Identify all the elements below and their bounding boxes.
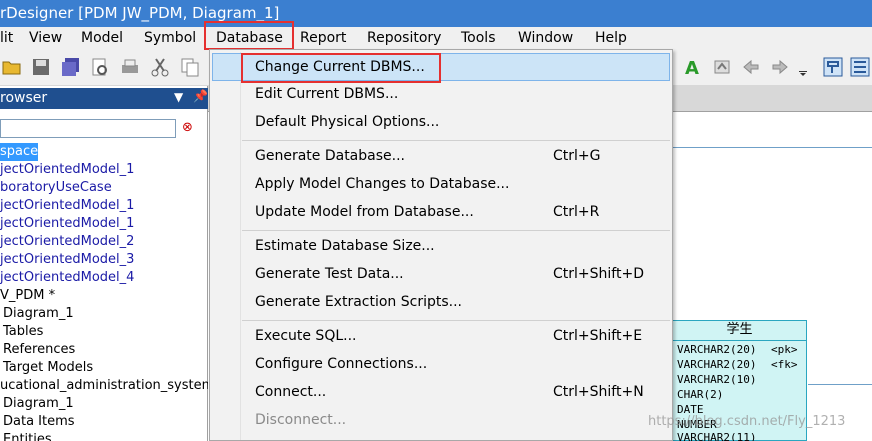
tree-item-model[interactable]: ucational_administration_system * — [0, 377, 225, 395]
menu-edit[interactable]: lit — [0, 30, 13, 46]
menu-item-shortcut: Ctrl+Shift+N — [553, 384, 644, 400]
database-menu-highlight-box — [204, 21, 294, 50]
menu-item-label: Disconnect... — [255, 412, 347, 428]
clear-filter-icon[interactable]: ⊗ — [182, 120, 193, 135]
menu-item-shortcut: Ctrl+G — [553, 148, 601, 164]
tree-item-model[interactable]: jectOrientedModel_4 — [0, 269, 134, 287]
grid-view-icon[interactable] — [850, 57, 870, 77]
save-icon[interactable] — [31, 57, 51, 77]
menu-item-label: Default Physical Options... — [255, 114, 440, 130]
menu-item-disconnect: Disconnect... — [210, 407, 672, 435]
menu-item-label: Generate Database... — [255, 148, 405, 164]
watermark-text: https://blog.csdn.net/Fly_1213 — [648, 414, 846, 429]
entity-column-type: VARCHAR2(10) — [677, 373, 757, 386]
tree-item-tables[interactable]: Tables — [3, 323, 43, 341]
title-bar: rDesigner [PDM JW_PDM, Diagram_1] — [0, 0, 872, 27]
tree-item-entities[interactable]: Entities — [3, 431, 52, 441]
browser-panel: rowser ▼ 📌 ⊗ space jectOrientedModel_1 b… — [0, 86, 225, 441]
tree-item-diagram[interactable]: Diagram_1 — [3, 305, 74, 323]
menu-help[interactable]: Help — [595, 30, 627, 46]
import-icon[interactable] — [712, 57, 732, 77]
tree-item-data-items[interactable]: Data Items — [3, 413, 75, 431]
browser-title: rowser — [0, 90, 48, 106]
menu-item-apply-model-changes[interactable]: Apply Model Changes to Database... — [210, 171, 672, 199]
cut-icon[interactable] — [150, 57, 170, 77]
diagram-connector-line — [808, 384, 872, 385]
menu-item-label: Generate Test Data... — [255, 266, 404, 282]
menu-item-execute-sql[interactable]: Execute SQL... Ctrl+Shift+E — [210, 323, 672, 351]
entity-title: 学生 — [673, 321, 806, 341]
tree-item-references[interactable]: References — [3, 341, 75, 359]
menu-item-label: Update Model from Database... — [255, 204, 474, 220]
menu-item-label: Edit Current DBMS... — [255, 86, 399, 102]
menu-item-label: Connect... — [255, 384, 327, 400]
menu-item-edit-current-dbms[interactable]: Edit Current DBMS... — [210, 81, 672, 109]
menu-item-estimate-database-size[interactable]: Estimate Database Size... — [210, 233, 672, 261]
menu-report[interactable]: Report — [300, 30, 346, 46]
tree-item-model[interactable]: jectOrientedModel_2 — [0, 233, 134, 251]
menu-item-generate-test-data[interactable]: Generate Test Data... Ctrl+Shift+D — [210, 261, 672, 289]
palette-toggle-icon[interactable] — [823, 57, 843, 77]
entity-column-key: <pk> — [771, 343, 798, 356]
menu-item-label: Generate Extraction Scripts... — [255, 294, 463, 310]
tree-item-model[interactable]: jectOrientedModel_1 — [0, 197, 134, 215]
entity-column-type: VARCHAR2(20) — [677, 343, 757, 356]
menu-item-label: Estimate Database Size... — [255, 238, 435, 254]
tree-item-model[interactable]: jectOrientedModel_1 — [0, 161, 134, 179]
menu-symbol[interactable]: Symbol — [144, 30, 196, 46]
pin-icon[interactable]: 📌 — [193, 89, 208, 103]
database-dropdown-menu: Change Current DBMS... Edit Current DBMS… — [209, 49, 673, 441]
forward-arrow-icon[interactable] — [770, 57, 790, 77]
menu-item-generate-extraction-scripts[interactable]: Generate Extraction Scripts... — [210, 289, 672, 317]
toolbar-overflow-icon[interactable] — [798, 57, 808, 77]
tree-item-model[interactable]: V_PDM * — [0, 287, 55, 305]
entity-column-type: VARCHAR2(20) — [677, 358, 757, 371]
menu-repository[interactable]: Repository — [367, 30, 441, 46]
svg-text:A: A — [685, 58, 699, 77]
open-folder-icon[interactable] — [2, 57, 22, 77]
back-arrow-icon[interactable] — [741, 57, 761, 77]
window-title: rDesigner [PDM JW_PDM, Diagram_1] — [0, 4, 280, 22]
change-dbms-highlight-box — [241, 53, 441, 83]
menu-model[interactable]: Model — [81, 30, 123, 46]
copy-icon[interactable] — [180, 57, 200, 77]
menu-item-label: Configure Connections... — [255, 356, 428, 372]
menu-separator — [242, 230, 670, 231]
tree-item-model[interactable]: jectOrientedModel_1 — [0, 215, 134, 233]
menu-item-update-model-from-database[interactable]: Update Model from Database... Ctrl+R — [210, 199, 672, 227]
menu-item-generate-database[interactable]: Generate Database... Ctrl+G — [210, 143, 672, 171]
chevron-down-icon[interactable]: ▼ — [174, 90, 183, 104]
menu-window[interactable]: Window — [518, 30, 573, 46]
entity-column-key: <fk> — [771, 358, 798, 371]
browser-filter-input[interactable] — [0, 119, 176, 138]
print-icon[interactable] — [120, 57, 140, 77]
entity-column-type: VARCHAR2(11) — [677, 431, 757, 441]
menu-tools[interactable]: Tools — [461, 30, 496, 46]
text-tool-icon[interactable]: A — [683, 57, 703, 77]
diagram-connector-line — [672, 147, 872, 148]
entity-column-type: CHAR(2) — [677, 388, 724, 401]
tree-item-model[interactable]: boratoryUseCase — [0, 179, 112, 197]
menu-item-shortcut: Ctrl+Shift+E — [553, 328, 643, 344]
menu-item-default-physical-options[interactable]: Default Physical Options... — [210, 109, 672, 137]
tree-item-workspace[interactable]: space — [0, 143, 39, 161]
save-all-icon[interactable] — [61, 57, 81, 77]
tree-item-target-models[interactable]: Target Models — [3, 359, 93, 377]
menu-item-shortcut: Ctrl+R — [553, 204, 600, 220]
menu-separator — [242, 320, 670, 321]
menu-view[interactable]: View — [29, 30, 62, 46]
menu-bar: lit View Model Symbol Database Report Re… — [0, 27, 872, 50]
print-preview-icon[interactable] — [90, 57, 110, 77]
menu-item-connect[interactable]: Connect... Ctrl+Shift+N — [210, 379, 672, 407]
menu-item-label: Apply Model Changes to Database... — [255, 176, 510, 192]
tree-item-diagram[interactable]: Diagram_1 — [3, 395, 74, 413]
menu-item-shortcut: Ctrl+Shift+D — [553, 266, 644, 282]
tree-item-model[interactable]: jectOrientedModel_3 — [0, 251, 134, 269]
menu-item-label: Execute SQL... — [255, 328, 357, 344]
menu-item-configure-connections[interactable]: Configure Connections... — [210, 351, 672, 379]
menu-separator — [242, 140, 670, 141]
browser-header: rowser ▼ 📌 — [0, 88, 208, 109]
